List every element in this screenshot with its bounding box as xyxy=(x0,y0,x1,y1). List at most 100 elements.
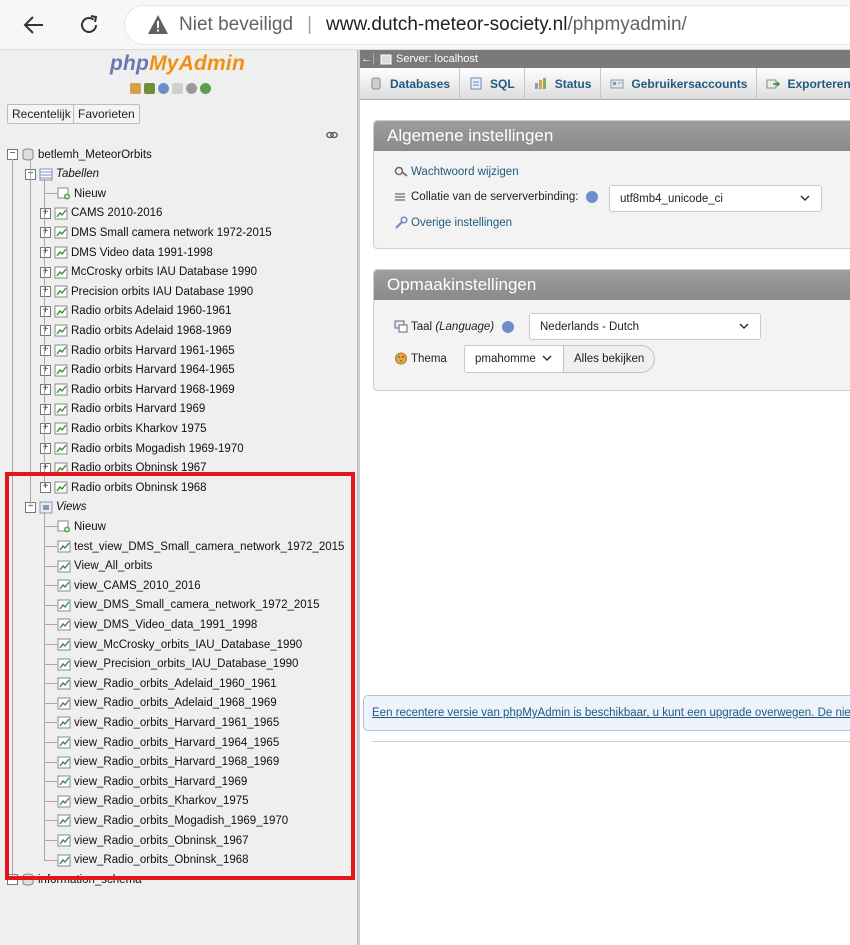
view-all-themes-button[interactable]: Alles bekijken xyxy=(563,345,656,373)
tree-item-view[interactable]: View_All_orbits xyxy=(57,557,152,576)
collapse-nav-icon[interactable]: ← xyxy=(360,53,374,65)
address-bar[interactable]: Niet beveiligd | www.dutch-meteor-societ… xyxy=(124,5,850,45)
refresh-icon[interactable] xyxy=(200,83,211,94)
tree-item-label[interactable]: Radio orbits Adelaid 1968-1969 xyxy=(71,325,231,337)
help-icon[interactable] xyxy=(158,83,169,94)
tree-item-table[interactable]: + Radio orbits Kharkov 1975 xyxy=(40,419,207,438)
expand-icon[interactable]: + xyxy=(40,207,51,219)
collation-help-icon[interactable] xyxy=(586,191,599,203)
tree-item-new-table[interactable]: Nieuw xyxy=(57,184,106,203)
tab-export[interactable]: Exporteren xyxy=(757,68,850,100)
tree-item-label[interactable]: test_view_DMS_Small_camera_network_1972_… xyxy=(74,541,344,553)
tree-group-tables[interactable]: −Tabellen xyxy=(25,165,99,184)
tree-item-view[interactable]: view_DMS_Video_data_1991_1998 xyxy=(57,615,257,634)
tree-item-view[interactable]: view_Radio_orbits_Mogadish_1969_1970 xyxy=(57,811,288,830)
expand-icon[interactable]: + xyxy=(40,286,51,298)
tree-item-view[interactable]: view_Precision_orbits_IAU_Database_1990 xyxy=(57,655,298,674)
tree-item-label[interactable]: view_Radio_orbits_Harvard_1969 xyxy=(74,776,247,788)
tree-item-label[interactable]: view_Radio_orbits_Harvard_1964_1965 xyxy=(74,737,279,749)
tree-item-label[interactable]: Radio orbits Obninsk 1968 xyxy=(71,482,207,494)
tree-item-label[interactable]: Views xyxy=(56,501,86,513)
tree-item-view[interactable]: view_CAMS_2010_2016 xyxy=(57,576,201,595)
theme-select[interactable]: pmahomme xyxy=(464,345,564,373)
tree-item-table[interactable]: + McCrosky orbits IAU Database 1990 xyxy=(40,263,257,282)
expand-icon[interactable]: + xyxy=(40,403,51,415)
tree-item-label[interactable]: view_DMS_Video_data_1991_1998 xyxy=(74,619,257,631)
tree-item-table[interactable]: + DMS Video data 1991-1998 xyxy=(40,243,213,262)
tree-item-label[interactable]: DMS Small camera network 1972-2015 xyxy=(71,227,272,239)
change-password-link[interactable]: Wachtwoord wijzigen xyxy=(411,166,519,178)
expand-icon[interactable]: + xyxy=(40,482,51,494)
upgrade-notice[interactable]: Een recentere versie van phpMyAdmin is b… xyxy=(363,695,850,731)
tree-item-table[interactable]: + Radio orbits Harvard 1961-1965 xyxy=(40,341,235,360)
expand-icon[interactable]: + xyxy=(40,384,51,396)
tree-item-label[interactable]: view_McCrosky_orbits_IAU_Database_1990 xyxy=(74,639,302,651)
tree-item-label[interactable]: view_DMS_Small_camera_network_1972_2015 xyxy=(74,599,319,611)
tree-item-view[interactable]: view_Radio_orbits_Harvard_1961_1965 xyxy=(57,713,279,732)
expand-icon[interactable]: + xyxy=(40,305,51,317)
expand-icon[interactable]: + xyxy=(40,364,51,376)
tree-item-table[interactable]: + Radio orbits Obninsk 1968 xyxy=(40,478,207,497)
tree-item-table[interactable]: + Radio orbits Adelaid 1960-1961 xyxy=(40,302,231,321)
expand-icon[interactable]: + xyxy=(40,345,51,356)
tree-group-views[interactable]: −Views xyxy=(25,498,86,517)
tab-databases[interactable]: Databases xyxy=(360,67,461,100)
tree-item-label[interactable]: Radio orbits Harvard 1961-1965 xyxy=(71,345,235,357)
tree-item-label[interactable]: Radio orbits Harvard 1968-1969 xyxy=(71,384,235,396)
tree-item-view[interactable]: test_view_DMS_Small_camera_network_1972_… xyxy=(57,537,344,556)
recent-button[interactable]: Recentelijk xyxy=(7,104,76,124)
tree-item-label[interactable]: view_Radio_orbits_Kharkov_1975 xyxy=(74,795,249,807)
tree-item-label[interactable]: Tabellen xyxy=(56,168,99,180)
tree-item-table[interactable]: + CAMS 2010-2016 xyxy=(40,204,162,223)
expand-icon[interactable]: + xyxy=(40,325,51,337)
tree-db-information-schema[interactable]: +information_schema xyxy=(7,870,142,889)
tree-item-label[interactable]: view_Radio_orbits_Adelaid_1968_1969 xyxy=(74,697,277,709)
tree-item-new-view[interactable]: Nieuw xyxy=(57,517,106,536)
tree-item-label[interactable]: Radio orbits Harvard 1964-1965 xyxy=(71,364,235,376)
settings-icon[interactable] xyxy=(186,83,197,94)
tab-sql[interactable]: SQL xyxy=(460,67,525,100)
tab-user-accounts[interactable]: Gebruikersaccounts xyxy=(601,67,758,100)
language-select[interactable]: Nederlands - Dutch xyxy=(529,313,761,340)
tree-item-label[interactable]: Radio orbits Kharkov 1975 xyxy=(71,423,207,435)
tree-item-label[interactable]: view_Precision_orbits_IAU_Database_1990 xyxy=(74,658,298,670)
tree-item-label[interactable]: McCrosky orbits IAU Database 1990 xyxy=(71,266,257,278)
tree-item-label[interactable]: DMS Video data 1991-1998 xyxy=(71,247,213,259)
language-help-icon[interactable] xyxy=(502,320,515,333)
tree-item-table[interactable]: + Radio orbits Harvard 1964-1965 xyxy=(40,361,235,380)
tree-item-table[interactable]: + Radio orbits Harvard 1968-1969 xyxy=(40,380,235,399)
tree-db-meteororbits[interactable]: − betlemh_MeteorOrbits xyxy=(7,145,152,164)
server-label[interactable]: Server: localhost xyxy=(396,53,478,65)
tree-item-view[interactable]: view_Radio_orbits_Obninsk_1967 xyxy=(57,831,249,850)
tree-item-label[interactable]: information_schema xyxy=(38,874,142,886)
tree-item-table[interactable]: + Radio orbits Obninsk 1967 xyxy=(40,459,207,478)
tree-item-view[interactable]: view_Radio_orbits_Kharkov_1975 xyxy=(57,792,249,811)
tree-item-view[interactable]: view_Radio_orbits_Harvard_1969 xyxy=(57,772,247,791)
tab-status[interactable]: Status xyxy=(525,67,602,100)
link-icon[interactable] xyxy=(326,131,338,139)
tree-item-view[interactable]: view_Radio_orbits_Obninsk_1968 xyxy=(57,851,249,870)
expand-icon[interactable]: + xyxy=(40,227,51,239)
back-button[interactable] xyxy=(18,9,50,41)
tree-item-label[interactable]: view_CAMS_2010_2016 xyxy=(74,580,201,592)
tree-item-label[interactable]: View_All_orbits xyxy=(74,560,152,572)
tree-item-view[interactable]: view_Radio_orbits_Adelaid_1968_1969 xyxy=(57,694,277,713)
tree-item-label[interactable]: Radio orbits Obninsk 1967 xyxy=(71,462,207,474)
tree-item-label[interactable]: view_Radio_orbits_Obninsk_1967 xyxy=(74,835,249,847)
tree-item-label[interactable]: view_Radio_orbits_Harvard_1961_1965 xyxy=(74,717,279,729)
tree-item-label[interactable]: Radio orbits Harvard 1969 xyxy=(71,403,205,415)
expand-icon[interactable]: + xyxy=(40,247,51,258)
tree-item-table[interactable]: + Radio orbits Adelaid 1968-1969 xyxy=(40,321,231,340)
tree-item-table[interactable]: + DMS Small camera network 1972-2015 xyxy=(40,223,272,242)
tree-item-label[interactable]: Nieuw xyxy=(74,188,106,200)
collation-select[interactable]: utf8mb4_unicode_ci xyxy=(609,185,822,212)
tree-item-label[interactable]: Radio orbits Mogadish 1969-1970 xyxy=(71,443,244,455)
expand-icon[interactable]: + xyxy=(40,266,51,278)
tree-item-view[interactable]: view_McCrosky_orbits_IAU_Database_1990 xyxy=(57,635,302,654)
tree-item-label[interactable]: Radio orbits Adelaid 1960-1961 xyxy=(71,305,231,317)
tree-item-view[interactable]: view_DMS_Small_camera_network_1972_2015 xyxy=(57,596,319,615)
tree-item-table[interactable]: + Radio orbits Mogadish 1969-1970 xyxy=(40,439,244,458)
tree-item-label[interactable]: Nieuw xyxy=(74,521,106,533)
expand-icon[interactable]: + xyxy=(40,462,51,474)
logout-icon[interactable] xyxy=(144,83,155,94)
